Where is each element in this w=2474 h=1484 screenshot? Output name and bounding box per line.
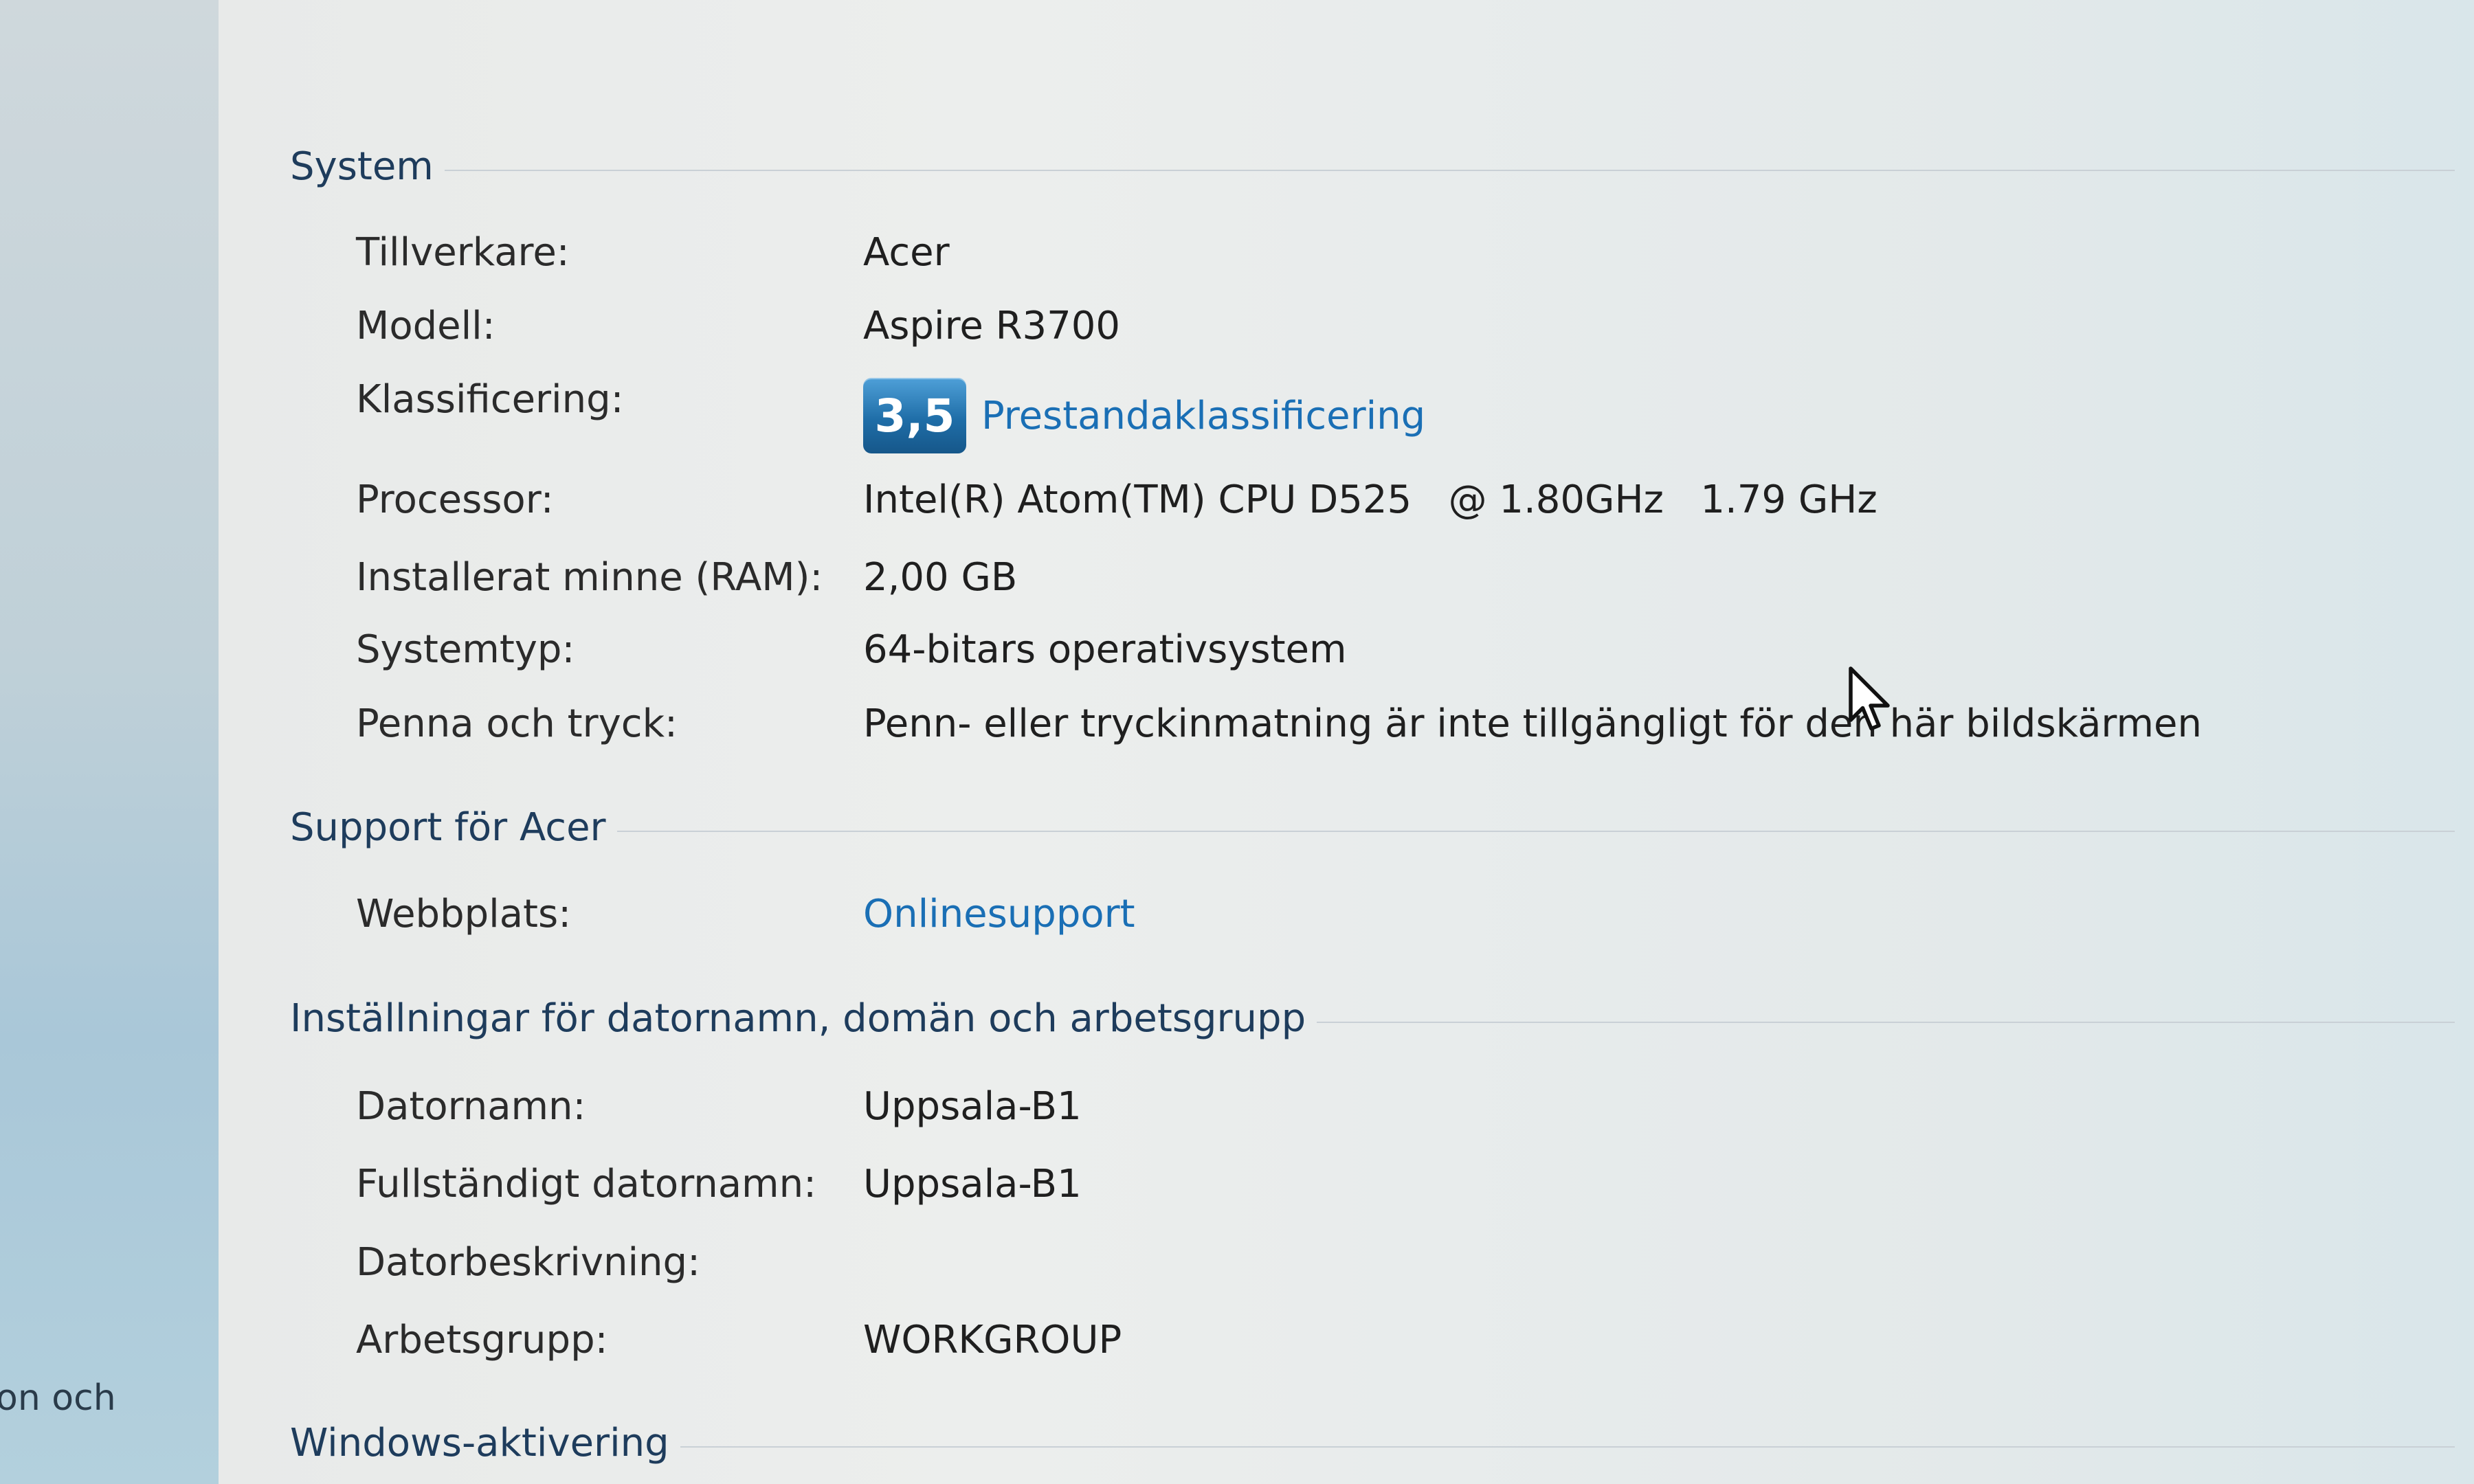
section-activation-title: Windows-aktivering (290, 1421, 669, 1465)
row-processor: Processor: Intel(R) Atom(TM) CPU D525 @ … (356, 472, 1877, 527)
section-computer-name-header: Inställningar för datornamn, domän och a… (290, 996, 2455, 1041)
manufacturer-value: Acer (863, 229, 950, 275)
computer-name-value: Uppsala-B1 (863, 1083, 1082, 1129)
section-divider (1317, 1021, 2455, 1023)
system-type-label: Systemtyp: (356, 627, 575, 672)
system-info-content: System Tillverkare: Acer Modell: Aspire … (219, 0, 2474, 1484)
section-system-header: System (290, 144, 2455, 189)
row-workgroup: Arbetsgrupp: WORKGROUP (356, 1312, 1122, 1367)
section-activation-header: Windows-aktivering (290, 1421, 2455, 1465)
pen-touch-value: Penn- eller tryckinmatning är inte tillg… (863, 701, 2202, 746)
section-support-header: Support för Acer (290, 805, 2455, 850)
pen-touch-label: Penna och tryck: (356, 701, 678, 746)
ram-label: Installerat minne (RAM): (356, 554, 823, 600)
row-computer-description: Datorbeskrivning: (356, 1235, 863, 1290)
section-support-title: Support för Acer (290, 805, 606, 850)
rating-group: 3,5 Prestandaklassificering (863, 378, 1425, 453)
arrow-cursor-icon (1849, 666, 1890, 731)
row-full-computer-name: Fullständigt datornamn: Uppsala-B1 (356, 1156, 1082, 1211)
row-ram: Installerat minne (RAM): 2,00 GB (356, 550, 1017, 605)
website-label: Webbplats: (356, 891, 572, 936)
row-rating: Klassificering: 3,5 Prestandaklassificer… (356, 374, 1425, 457)
online-support-link[interactable]: Onlinesupport (863, 892, 1135, 936)
model-label: Modell: (356, 303, 495, 348)
manufacturer-label: Tillverkare: (356, 229, 570, 275)
full-computer-name-label: Fullständigt datornamn: (356, 1161, 816, 1206)
row-pen-touch: Penna och tryck: Penn- eller tryckinmatn… (356, 696, 2202, 751)
processor-value: Intel(R) Atom(TM) CPU D525 @ 1.80GHz 1.7… (863, 477, 1877, 522)
model-value: Aspire R3700 (863, 303, 1121, 348)
section-divider (616, 830, 2455, 832)
row-model: Modell: Aspire R3700 (356, 298, 1120, 353)
full-computer-name-value: Uppsala-B1 (863, 1161, 1082, 1206)
section-divider (680, 1446, 2455, 1448)
system-type-value: 64-bitars operativsystem (863, 627, 1347, 672)
left-navigation-pane: on och (0, 0, 219, 1484)
performance-rating-badge[interactable]: 3,5 (863, 378, 966, 453)
rating-label: Klassificering: (356, 377, 624, 422)
row-manufacturer: Tillverkare: Acer (356, 225, 950, 280)
workgroup-label: Arbetsgrupp: (356, 1317, 608, 1362)
row-website: Webbplats: Onlinesupport (356, 886, 1135, 941)
left-pane-link-fragment[interactable]: on och (0, 1378, 116, 1419)
workgroup-value: WORKGROUP (863, 1317, 1122, 1362)
section-divider (444, 169, 2455, 171)
performance-rating-link[interactable]: Prestandaklassificering (981, 394, 1425, 438)
row-system-type: Systemtyp: 64-bitars operativsystem (356, 622, 1347, 677)
system-properties-window: on och System Tillverkare: Acer Modell: … (0, 0, 2474, 1484)
section-system-title: System (290, 144, 434, 189)
computer-name-label: Datornamn: (356, 1083, 586, 1129)
row-computer-name: Datornamn: Uppsala-B1 (356, 1079, 1082, 1134)
section-computer-name-title: Inställningar för datornamn, domän och a… (290, 996, 1306, 1041)
processor-label: Processor: (356, 477, 554, 522)
ram-value: 2,00 GB (863, 554, 1018, 600)
computer-description-label: Datorbeskrivning: (356, 1239, 700, 1285)
